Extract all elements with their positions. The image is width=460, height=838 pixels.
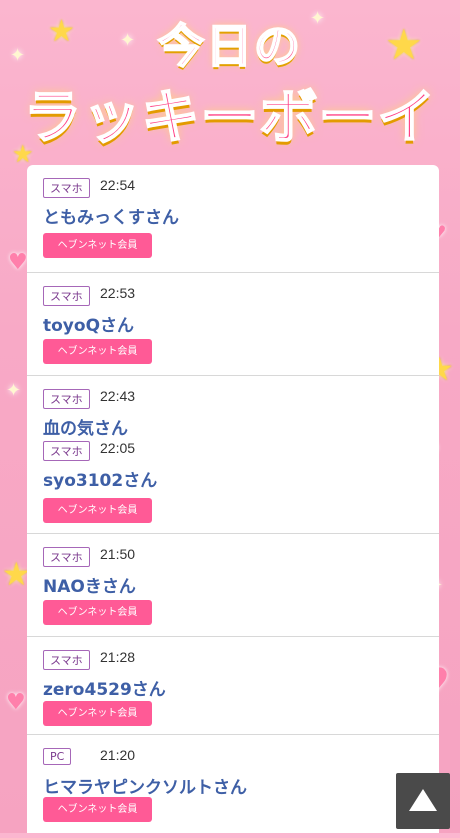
member-name[interactable]: zero4529さん <box>43 675 166 700</box>
device-badge: PC <box>43 748 72 765</box>
list-item: スマホ 21:28 zero4529さん ヘブンネット会員 <box>27 637 439 735</box>
heaven-net-member-button[interactable]: ヘブンネット会員 <box>43 600 152 625</box>
visit-entry: スマホ 21:50 NAOきさん <box>27 534 439 597</box>
member-name[interactable]: ヒマラヤピンクソルトさん <box>43 773 247 798</box>
heaven-net-member-button[interactable]: ヘブンネット会員 <box>43 233 152 258</box>
list-item: PC 21:20 ヒマラヤピンクソルトさん ヘブンネット会員 <box>27 735 439 838</box>
heart-icon: ♥ <box>8 250 28 275</box>
sparkle-icon: ✦ <box>6 380 22 401</box>
page-title: 今日の ラッキーボーイ <box>0 0 460 160</box>
list-item: スマホ 22:54 ともみっくすさん ヘブンネット会員 <box>27 165 439 273</box>
device-badge: スマホ <box>43 389 90 409</box>
list-item: スマホ 22:53 toyoQさん ヘブンネット会員 <box>27 273 439 376</box>
visit-entry: PC 21:20 ヒマラヤピンクソルトさん <box>27 735 439 798</box>
visit-time: 22:54 <box>100 177 136 193</box>
device-badge: スマホ <box>43 286 90 306</box>
device-badge: スマホ <box>43 650 90 670</box>
visit-entry: スマホ 22:54 ともみっくすさん <box>27 165 439 228</box>
device-badge: スマホ <box>43 178 90 198</box>
member-name[interactable]: syo3102さん <box>43 466 157 491</box>
device-badge: スマホ <box>43 547 90 567</box>
visit-time: 21:28 <box>100 649 136 665</box>
heaven-net-member-button[interactable]: ヘブンネット会員 <box>43 701 152 726</box>
visit-time: 22:05 <box>100 440 136 456</box>
heaven-net-member-button[interactable]: ヘブンネット会員 <box>43 797 152 822</box>
member-name[interactable]: ともみっくすさん <box>43 203 179 228</box>
heaven-net-member-button[interactable]: ヘブンネット会員 <box>43 498 152 523</box>
list-item: スマホ 22:43 血の気さん スマホ 22:05 syo3102さん ヘブンネ… <box>27 376 439 534</box>
arrow-up-icon <box>409 789 437 811</box>
visit-time: 21:50 <box>100 546 136 562</box>
member-name[interactable]: NAOきさん <box>43 572 136 597</box>
heaven-net-member-button[interactable]: ヘブンネット会員 <box>43 339 152 364</box>
title-line-1: 今日の <box>157 18 302 74</box>
visit-entry: スマホ 21:28 zero4529さん <box>27 637 439 700</box>
member-name[interactable]: toyoQさん <box>43 311 134 336</box>
visit-entry: スマホ 22:53 toyoQさん <box>27 273 439 336</box>
scroll-to-top-button[interactable] <box>396 773 450 829</box>
visit-time: 22:43 <box>100 388 136 404</box>
lucky-boy-list: スマホ 22:54 ともみっくすさん ヘブンネット会員 スマホ 22:53 to… <box>27 165 439 833</box>
visit-time: 22:53 <box>100 285 136 301</box>
title-line-2: ラッキーボーイ <box>22 82 437 152</box>
visit-time: 21:20 <box>100 747 136 763</box>
visit-entry: スマホ 22:05 syo3102さん <box>27 428 439 491</box>
list-item: スマホ 21:50 NAOきさん ヘブンネット会員 <box>27 534 439 637</box>
device-badge: スマホ <box>43 441 90 461</box>
heart-icon: ♥ <box>6 690 26 715</box>
visit-entry: スマホ 22:43 血の気さん <box>27 376 439 439</box>
